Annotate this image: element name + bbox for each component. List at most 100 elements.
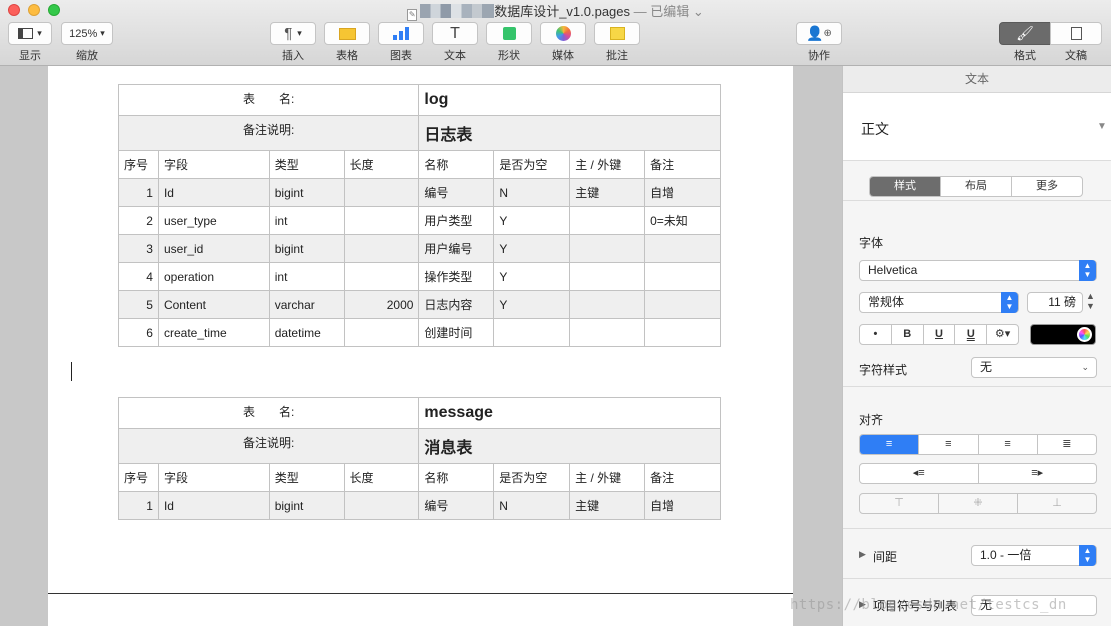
table-cell[interactable]: 用户编号: [418, 234, 495, 263]
disclosure-triangle-icon[interactable]: ▶: [859, 549, 866, 560]
tab-more[interactable]: 更多: [1012, 177, 1082, 196]
header-cell[interactable]: 主 / 外键: [569, 150, 646, 179]
header-cell[interactable]: 类型: [268, 150, 345, 179]
header-cell[interactable]: 是否为空: [493, 463, 571, 492]
tab-style[interactable]: 样式: [870, 177, 941, 196]
table-cell[interactable]: 3: [118, 234, 159, 263]
shape-button[interactable]: [486, 22, 532, 45]
font-family-select[interactable]: Helvetica ▲ ▼: [859, 260, 1097, 281]
tab-layout[interactable]: 布局: [941, 177, 1012, 196]
header-cell[interactable]: 是否为空: [493, 150, 571, 179]
indent-buttons[interactable]: ◂≡ ≡▸: [859, 463, 1097, 484]
table-cell[interactable]: bigint: [268, 234, 345, 263]
table-cell[interactable]: [343, 262, 420, 291]
align-right-icon[interactable]: ≡: [979, 435, 1038, 454]
vertical-align-buttons[interactable]: ⊤ ⁜ ⊥: [859, 493, 1097, 514]
spacing-select[interactable]: 1.0 - 一倍 ▲ ▼: [971, 545, 1097, 566]
media-button[interactable]: [540, 22, 586, 45]
table-cell[interactable]: [343, 178, 420, 207]
view-menu-button[interactable]: ▾: [8, 22, 52, 45]
alignment-buttons[interactable]: ≡ ≡ ≡ ≣: [859, 434, 1097, 455]
table-cell[interactable]: N: [493, 178, 571, 207]
align-justify-icon[interactable]: ≣: [1038, 435, 1096, 454]
table-cell[interactable]: [644, 318, 721, 347]
paragraph-style-name[interactable]: 正文: [861, 119, 889, 139]
table-cell[interactable]: varchar: [268, 290, 345, 319]
table-cell[interactable]: N: [493, 491, 571, 520]
table-cell[interactable]: 1: [118, 491, 159, 520]
increase-indent-icon[interactable]: ≡▸: [979, 464, 1097, 483]
header-cell[interactable]: 序号: [118, 463, 159, 492]
header-cell[interactable]: 备注: [644, 463, 721, 492]
chart-button[interactable]: [378, 22, 424, 45]
spacing-section[interactable]: ▶ 间距 1.0 - 一倍 ▲ ▼: [843, 529, 1111, 579]
table-cell[interactable]: 创建时间: [418, 318, 495, 347]
table-cell[interactable]: 自增: [644, 491, 721, 520]
header-cell[interactable]: 主 / 外键: [569, 463, 646, 492]
table-note-value[interactable]: 消息表: [418, 428, 721, 464]
table-cell[interactable]: create_time: [157, 318, 270, 347]
table-cell[interactable]: [644, 262, 721, 291]
zoom-select[interactable]: 125% ▾: [61, 22, 113, 45]
table-cell[interactable]: 0=未知: [644, 206, 721, 235]
message-table[interactable]: 表 名: message 备注说明: 消息表 序号 字段 类型 长度 名称 是否…: [117, 397, 721, 520]
align-top-icon[interactable]: ⊤: [860, 494, 939, 513]
table-cell[interactable]: [569, 206, 646, 235]
table-cell[interactable]: bigint: [268, 491, 345, 520]
table-cell[interactable]: [569, 262, 646, 291]
table-cell[interactable]: user_type: [157, 206, 270, 235]
table-cell[interactable]: [493, 318, 571, 347]
char-style-select[interactable]: 无 ⌄: [971, 357, 1097, 378]
header-cell[interactable]: 字段: [157, 150, 270, 179]
collaborate-button[interactable]: 👤 ⊕: [796, 22, 842, 45]
text-options-gear-icon[interactable]: ⚙▾: [987, 325, 1018, 344]
header-cell[interactable]: 长度: [343, 463, 420, 492]
comment-button[interactable]: [594, 22, 640, 45]
header-cell[interactable]: 名称: [418, 463, 495, 492]
table-cell[interactable]: 5: [118, 290, 159, 319]
header-cell[interactable]: 长度: [343, 150, 420, 179]
table-cell[interactable]: Content: [157, 290, 270, 319]
table-cell[interactable]: 日志内容: [418, 290, 495, 319]
table-cell[interactable]: int: [268, 262, 345, 291]
table-cell[interactable]: operation: [157, 262, 270, 291]
table-cell[interactable]: 1: [118, 178, 159, 207]
table-cell[interactable]: Id: [157, 178, 270, 207]
title-menu-chevron-icon[interactable]: ⌄: [693, 4, 704, 19]
paragraph-style-section[interactable]: 正文 ▼: [843, 93, 1111, 161]
table-cell[interactable]: bigint: [268, 178, 345, 207]
paragraph-style-chevron-icon[interactable]: ▼: [1097, 121, 1107, 132]
bullet-button[interactable]: •: [860, 325, 892, 344]
table-cell[interactable]: 操作类型: [418, 262, 495, 291]
table-note-value[interactable]: 日志表: [418, 115, 721, 151]
table-cell[interactable]: user_id: [157, 234, 270, 263]
bold-button[interactable]: B: [892, 325, 924, 344]
table-cell[interactable]: 主键: [569, 178, 646, 207]
table-cell[interactable]: 2: [118, 206, 159, 235]
table-cell[interactable]: Y: [493, 290, 571, 319]
table-cell[interactable]: 编号: [418, 491, 495, 520]
table-cell[interactable]: [343, 491, 420, 520]
table-cell[interactable]: Y: [493, 234, 571, 263]
header-cell[interactable]: 字段: [157, 463, 270, 492]
table-cell[interactable]: 自增: [644, 178, 721, 207]
header-cell[interactable]: 序号: [118, 150, 159, 179]
document-inspector-button[interactable]: [1050, 22, 1102, 45]
table-cell[interactable]: 主键: [569, 491, 646, 520]
font-size-stepper-icon[interactable]: ▲ ▼: [1086, 291, 1095, 311]
table-cell[interactable]: [569, 318, 646, 347]
table-cell[interactable]: [644, 234, 721, 263]
text-format-buttons[interactable]: • B U U ⚙▾: [859, 324, 1019, 345]
document-canvas[interactable]: 表 名: log 备注说明: 日志表 序号 字段 类型 长度 名称 是否为空 主…: [0, 66, 842, 626]
text-box-button[interactable]: T: [432, 22, 478, 45]
align-left-icon[interactable]: ≡: [860, 435, 920, 454]
table-button[interactable]: [324, 22, 370, 45]
table-cell[interactable]: [343, 206, 420, 235]
align-middle-icon[interactable]: ⁜: [939, 494, 1018, 513]
decrease-indent-icon[interactable]: ◂≡: [860, 464, 979, 483]
table-name-value[interactable]: log: [418, 84, 721, 116]
color-wheel-icon[interactable]: [1077, 327, 1092, 342]
table-cell[interactable]: datetime: [268, 318, 345, 347]
underline-button[interactable]: U: [924, 325, 956, 344]
table-cell[interactable]: Y: [493, 206, 571, 235]
